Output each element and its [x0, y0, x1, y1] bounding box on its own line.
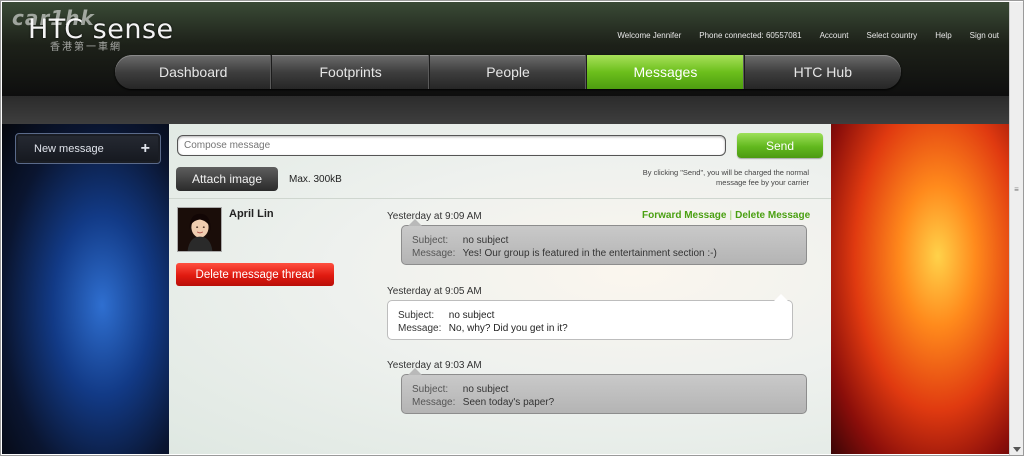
- phone-connected-text: Phone connected: 60557081: [699, 31, 802, 40]
- new-message-button[interactable]: New message +: [15, 133, 161, 164]
- subject-row: Subject: no subject: [398, 309, 782, 322]
- sign-out-link[interactable]: Sign out: [970, 31, 999, 40]
- message-time: Yesterday at 9:09 AM: [387, 211, 482, 222]
- main-nav: Dashboard Footprints People Messages HTC…: [115, 55, 901, 89]
- subject-label: Subject:: [412, 384, 449, 395]
- left-panel-background: [2, 124, 169, 454]
- header: HTC sense car1hk 香港第一車網 Welcome Jennifer…: [2, 2, 1009, 96]
- message-body: Seen today's paper?: [462, 397, 555, 408]
- tab-htc-hub[interactable]: HTC Hub: [745, 55, 901, 89]
- message-bubble-received[interactable]: Subject: no subject Message: Yes! Our gr…: [401, 219, 807, 265]
- compose-message-input[interactable]: [177, 135, 726, 156]
- select-country-link[interactable]: Select country: [866, 31, 917, 40]
- contact-name[interactable]: April Lin: [229, 208, 274, 220]
- sub-bar: [2, 96, 1009, 124]
- new-message-label: New message: [34, 142, 104, 155]
- help-link[interactable]: Help: [935, 31, 951, 40]
- subject-row: Subject: no subject: [412, 234, 796, 247]
- subject-value: no subject: [448, 310, 495, 321]
- message-row: Message: Yes! Our group is featured in t…: [412, 247, 796, 260]
- message-bubble-sent[interactable]: Subject: no subject Message: No, why? Di…: [387, 294, 793, 340]
- top-links: Welcome Jennifer Phone connected: 605570…: [617, 31, 999, 40]
- message-row: Message: No, why? Did you get in it?: [398, 322, 782, 335]
- carrier-fee-disclaimer: By clicking "Send", you will be charged …: [642, 168, 809, 187]
- avatar-portrait-icon: [178, 208, 221, 251]
- tab-footprints[interactable]: Footprints: [272, 55, 430, 89]
- vertical-scrollbar[interactable]: ≡: [1009, 2, 1023, 455]
- welcome-text: Welcome Jennifer: [617, 31, 682, 40]
- tab-messages[interactable]: Messages: [587, 55, 745, 89]
- browser-frame: HTC sense car1hk 香港第一車網 Welcome Jennifer…: [0, 0, 1024, 456]
- right-panel-background: [831, 124, 1009, 454]
- message-bubble-received[interactable]: Subject: no subject Message: Seen today'…: [401, 368, 807, 414]
- scroll-down-arrow-icon[interactable]: [1013, 447, 1021, 452]
- delete-thread-button[interactable]: Delete message thread: [176, 263, 334, 286]
- action-separator: |: [729, 210, 733, 221]
- message-actions: Forward Message | Delete Message: [642, 210, 810, 221]
- message-body: Yes! Our group is featured in the entert…: [462, 248, 717, 259]
- message-label: Message:: [412, 248, 456, 259]
- attach-image-button[interactable]: Attach image: [176, 167, 278, 191]
- message-label: Message:: [412, 397, 456, 408]
- message-label: Message:: [398, 323, 442, 334]
- subject-value: no subject: [462, 235, 509, 246]
- watermark: car1hk: [12, 6, 95, 30]
- forward-message-link[interactable]: Forward Message: [642, 210, 726, 221]
- tab-people[interactable]: People: [430, 55, 588, 89]
- subject-value: no subject: [462, 384, 509, 395]
- max-size-text: Max. 300kB: [289, 174, 342, 185]
- message-time: Yesterday at 9:03 AM: [387, 360, 482, 371]
- send-button[interactable]: Send: [737, 133, 823, 158]
- tab-dashboard[interactable]: Dashboard: [115, 55, 273, 89]
- subject-label: Subject:: [412, 235, 449, 246]
- subject-row: Subject: no subject: [412, 383, 796, 396]
- message-time: Yesterday at 9:05 AM: [387, 286, 482, 297]
- delete-message-link[interactable]: Delete Message: [735, 210, 810, 221]
- messages-panel: Send Attach image Max. 300kB By clicking…: [169, 124, 831, 454]
- message-body: No, why? Did you get in it?: [448, 323, 568, 334]
- account-link[interactable]: Account: [820, 31, 849, 40]
- divider: [169, 198, 831, 199]
- scrollbar-grip-icon[interactable]: ≡: [1012, 185, 1021, 195]
- message-row: Message: Seen today's paper?: [412, 396, 796, 409]
- contact-avatar: [177, 207, 222, 252]
- plus-icon: +: [140, 139, 150, 157]
- watermark-subtitle: 香港第一車網: [50, 42, 122, 53]
- subject-label: Subject:: [398, 310, 435, 321]
